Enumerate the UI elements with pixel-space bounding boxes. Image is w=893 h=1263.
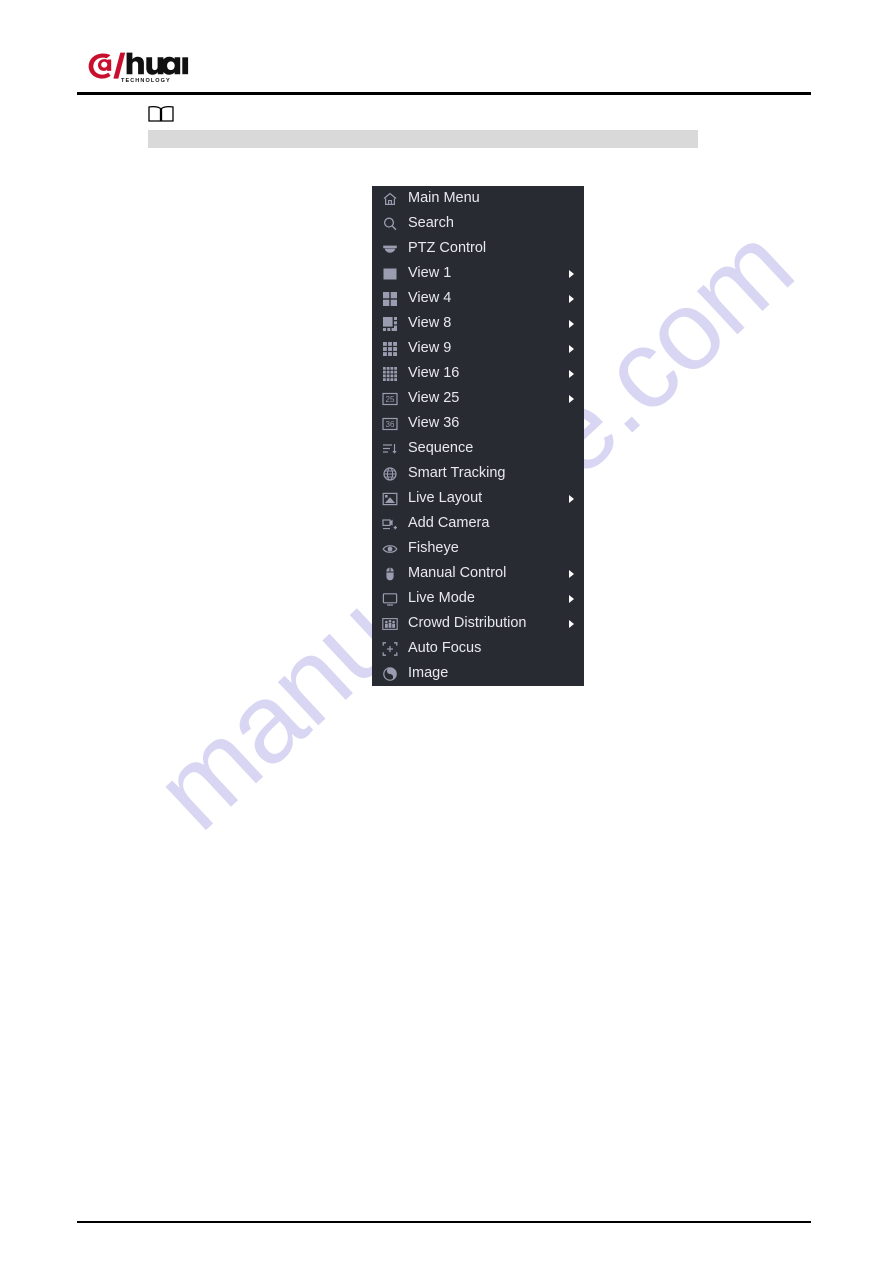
submenu-arrow-icon (569, 269, 574, 278)
submenu-arrow-icon (569, 394, 574, 403)
page-header: TECHNOLOGY (0, 0, 893, 100)
context-menu-item-view-8[interactable]: View 8 (372, 311, 584, 336)
context-menu-item-label: View 16 (408, 365, 460, 382)
context-menu-item-live-layout[interactable]: Live Layout (372, 486, 584, 511)
view-9-icon (382, 341, 398, 357)
submenu-arrow-icon (569, 594, 574, 603)
context-menu-item-fisheye[interactable]: Fisheye (372, 536, 584, 561)
context-menu-item-label: Smart Tracking (408, 465, 506, 482)
context-menu-item-label: View 8 (408, 315, 452, 332)
image-icon (382, 666, 398, 682)
svg-text:36: 36 (386, 420, 395, 429)
view-16-icon (382, 366, 398, 382)
context-menu-item-view-9[interactable]: View 9 (372, 336, 584, 361)
context-menu-item-main-menu[interactable]: Main Menu (372, 186, 584, 211)
context-menu-item-label: Main Menu (408, 190, 480, 207)
fisheye-eye-icon (382, 541, 398, 557)
view-8-icon (382, 316, 398, 332)
context-menu-item-label: Live Mode (408, 590, 475, 607)
ptz-dome-icon (382, 241, 398, 257)
crowd-distribution-icon (382, 616, 398, 632)
view-1-icon (382, 266, 398, 282)
monitor-icon (382, 591, 398, 607)
context-menu-item-label: View 1 (408, 265, 452, 282)
context-menu-item-label: Live Layout (408, 490, 483, 507)
context-menu-item-label: Crowd Distribution (408, 615, 527, 632)
context-menu-item-label: Auto Focus (408, 640, 482, 657)
context-menu-item-label: View 4 (408, 290, 452, 307)
context-menu-item-ptz-control[interactable]: PTZ Control (372, 236, 584, 261)
context-menu-item-auto-focus[interactable]: Auto Focus (372, 636, 584, 661)
add-camera-icon (382, 516, 398, 532)
context-menu-item-image[interactable]: Image (372, 661, 584, 686)
context-menu-item-view-36[interactable]: 36 View 36 (372, 411, 584, 436)
submenu-arrow-icon (569, 294, 574, 303)
mouse-icon (382, 566, 398, 582)
submenu-arrow-icon (569, 344, 574, 353)
context-menu-item-view-16[interactable]: View 16 (372, 361, 584, 386)
smart-tracking-icon (382, 466, 398, 482)
context-menu-item-label: View 25 (408, 390, 460, 407)
context-menu-item-view-25[interactable]: 25 View 25 (372, 386, 584, 411)
context-menu-item-sequence[interactable]: Sequence (372, 436, 584, 461)
auto-focus-icon (382, 641, 398, 657)
context-menu-item-label: PTZ Control (408, 240, 487, 257)
context-menu-item-label: Manual Control (408, 565, 507, 582)
note-book-icon (148, 104, 174, 124)
view-4-icon (382, 291, 398, 307)
submenu-arrow-icon (569, 369, 574, 378)
context-menu-item-smart-tracking[interactable]: Smart Tracking (372, 461, 584, 486)
submenu-arrow-icon (569, 619, 574, 628)
context-menu-item-label: Fisheye (408, 540, 459, 557)
view-25-icon: 25 (382, 391, 398, 407)
context-menu-item-label: View 9 (408, 340, 452, 357)
search-icon (382, 216, 398, 232)
note-text-placeholder (148, 130, 698, 148)
view-36-icon: 36 (382, 416, 398, 432)
footer-divider (77, 1221, 811, 1223)
context-menu-item-label: Sequence (408, 440, 474, 457)
submenu-arrow-icon (569, 569, 574, 578)
dahua-logo: TECHNOLOGY (88, 52, 192, 90)
live-layout-icon (382, 491, 398, 507)
context-menu-item-search[interactable]: Search (372, 211, 584, 236)
dahua-logo-tagline: TECHNOLOGY (121, 78, 171, 84)
context-menu-item-label: Search (408, 215, 454, 232)
context-menu-item-add-camera[interactable]: Add Camera (372, 511, 584, 536)
header-divider (77, 92, 811, 95)
submenu-arrow-icon (569, 494, 574, 503)
dahua-logo-mark (88, 52, 189, 79)
context-menu-item-crowd-distribution[interactable]: Crowd Distribution (372, 611, 584, 636)
home-icon (382, 191, 398, 207)
sequence-icon (382, 441, 398, 457)
svg-text:25: 25 (386, 395, 395, 404)
submenu-arrow-icon (569, 319, 574, 328)
context-menu-item-manual-control[interactable]: Manual Control (372, 561, 584, 586)
context-menu-item-view-1[interactable]: View 1 (372, 261, 584, 286)
live-view-context-menu[interactable]: Main Menu Search PTZ Control View 1 View 4 Vi… (372, 186, 584, 686)
context-menu-item-live-mode[interactable]: Live Mode (372, 586, 584, 611)
context-menu-item-label: Image (408, 665, 449, 682)
context-menu-item-label: View 36 (408, 415, 460, 432)
context-menu-item-label: Add Camera (408, 515, 490, 532)
context-menu-item-view-4[interactable]: View 4 (372, 286, 584, 311)
